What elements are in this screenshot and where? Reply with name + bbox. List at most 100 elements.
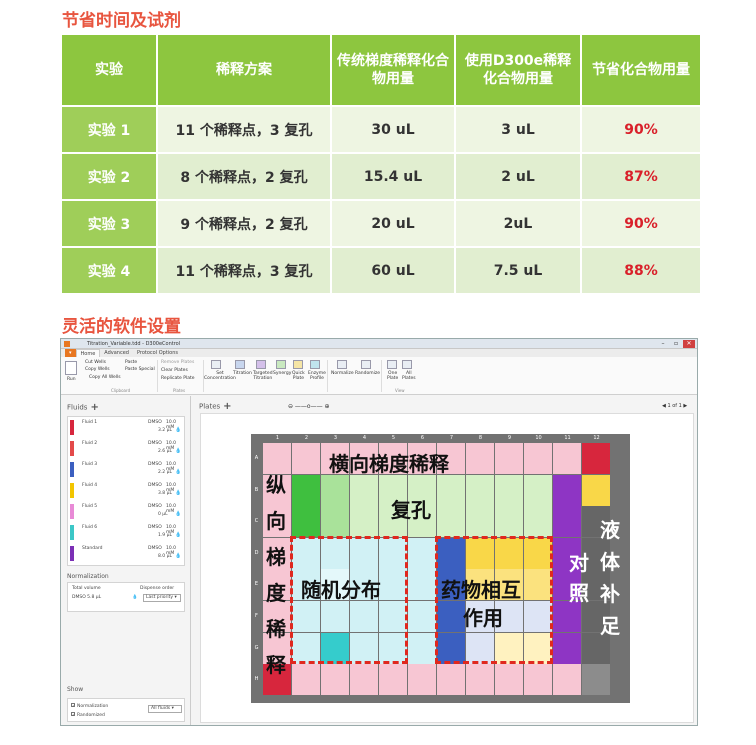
randomize-button[interactable]: Randomize (355, 371, 380, 376)
plate-well[interactable] (292, 506, 320, 538)
plate-well[interactable] (437, 474, 465, 506)
plate-well[interactable] (524, 506, 552, 538)
all-plates-button[interactable]: All Plates (402, 371, 416, 381)
run-button[interactable]: Run (67, 377, 76, 382)
fluid-item[interactable]: Fluid 2 DMSO 10.0 mM 2.6 µL 💧 (68, 438, 184, 459)
replicate-plate-button[interactable]: Replicate Plate (161, 376, 195, 381)
paste-button[interactable]: Paste (125, 360, 137, 365)
normalize-icon[interactable] (337, 360, 347, 369)
plate-well[interactable] (292, 664, 320, 696)
show-randomized-checkbox[interactable]: ✓ Randomized (71, 712, 105, 718)
quick-plate-icon[interactable] (293, 360, 303, 369)
plate-well[interactable] (408, 569, 436, 601)
all-fluids-select[interactable]: All fluids ▾ (148, 705, 182, 713)
dispense-order-select[interactable]: Last priority ▾ (143, 594, 181, 602)
enzyme-profile-icon[interactable] (310, 360, 320, 369)
plate-row-label: B (254, 486, 259, 493)
plate-well[interactable] (466, 474, 494, 506)
all-plates-icon[interactable] (402, 360, 412, 369)
plate-well[interactable] (321, 474, 349, 506)
zoom-slider[interactable]: ⊖ ——o—— ⊕ (288, 403, 330, 410)
synergy-button[interactable]: Synergy (273, 371, 291, 376)
plate-well[interactable] (582, 474, 610, 506)
plate-well[interactable] (495, 506, 523, 538)
fluid-item[interactable]: Standard DMSO 10.0 mM 8.0 µL 💧 (68, 543, 184, 564)
maximize-icon[interactable]: ▫ (670, 340, 682, 348)
add-fluid-icon[interactable]: + (90, 402, 98, 413)
fluid-item[interactable]: Fluid 4 DMSO 10.0 mM 3.8 µL 💧 (68, 480, 184, 501)
plate-well[interactable] (466, 506, 494, 538)
fluid-item[interactable]: Fluid 3 DMSO 10.0 mM 2.2 µL 💧 (68, 459, 184, 480)
cut-wells-button[interactable]: Cut Wells (85, 360, 106, 365)
plate-well[interactable] (321, 664, 349, 696)
plate-row-label: D (254, 549, 259, 556)
add-plate-icon[interactable]: + (223, 401, 231, 412)
copy-all-wells-button[interactable]: Copy All Wells (89, 375, 121, 380)
header-saving: 节省化合物用量 (580, 33, 702, 107)
one-plate-icon[interactable] (387, 360, 397, 369)
cell-d300e: 2uL (454, 199, 582, 248)
titration-icon[interactable] (235, 360, 245, 369)
synergy-icon[interactable] (276, 360, 286, 369)
set-concentration-button[interactable]: Set Concentration (204, 371, 236, 381)
targeted-titration-button[interactable]: Targeted Titration (253, 371, 273, 381)
table-row: 实验 39 个稀释点，2 复孔 20 uL 2uL 90% (60, 199, 702, 248)
minimize-icon[interactable]: – (657, 340, 669, 348)
fluid-volume: 3.8 µL (158, 491, 172, 496)
tab-home[interactable]: Home (75, 349, 101, 357)
plate-well[interactable] (408, 632, 436, 664)
tab-advanced[interactable]: Advanced (100, 349, 133, 357)
plate-well[interactable] (408, 601, 436, 632)
plate-well[interactable] (553, 506, 581, 538)
plate-row-label: E (254, 581, 259, 588)
show-normalization-checkbox[interactable]: ✓ Normalization (71, 703, 108, 709)
plate-well[interactable] (466, 443, 494, 474)
randomize-icon[interactable] (361, 360, 371, 369)
plate-well[interactable] (553, 474, 581, 506)
normalize-button[interactable]: Normalize (331, 371, 354, 376)
plate-well[interactable] (553, 664, 581, 696)
overlay-vertical-char: 梯 (266, 545, 286, 569)
plate-well[interactable] (437, 664, 465, 696)
run-icon[interactable] (65, 361, 77, 375)
copy-wells-button[interactable]: Copy Wells (85, 367, 110, 372)
fluid-item[interactable]: Fluid 1 DMSO 10.0 mM 3.2 µL 💧 (68, 417, 184, 438)
one-plate-button[interactable]: One Plate (387, 371, 398, 381)
plate-well[interactable] (350, 506, 378, 538)
plate-well[interactable] (466, 664, 494, 696)
clear-plates-button[interactable]: Clear Plates (161, 368, 188, 373)
plate-well[interactable] (437, 506, 465, 538)
plate-well[interactable] (524, 474, 552, 506)
plate-well[interactable] (321, 506, 349, 538)
plate-well[interactable] (524, 664, 552, 696)
page-indicator: ◀ 1 of 1 ▶ (662, 403, 688, 409)
close-icon[interactable]: ✕ (683, 340, 695, 348)
file-tab[interactable]: ▾ (65, 349, 76, 357)
remove-plates-button[interactable]: Remove Plates (161, 360, 194, 365)
fluid-item[interactable]: Fluid 5 DMSO 10.0 mM 0 µL 💧 (68, 501, 184, 522)
plate-well[interactable] (350, 664, 378, 696)
fluid-item[interactable]: Fluid 6 DMSO 10.0 mM 1.9 µL 💧 (68, 522, 184, 543)
targeted-titration-icon[interactable] (256, 360, 266, 369)
plate-well[interactable] (495, 664, 523, 696)
plate-well[interactable] (553, 632, 581, 664)
plate-well[interactable] (582, 664, 610, 696)
set-concentration-icon[interactable] (211, 360, 221, 369)
paste-special-button[interactable]: Paste Special (125, 367, 155, 372)
enzyme-profile-button[interactable]: Enzyme Profile (308, 371, 326, 381)
plate-well[interactable] (553, 443, 581, 474)
plate-well[interactable] (495, 443, 523, 474)
plate-well[interactable] (408, 537, 436, 569)
plate-well[interactable] (350, 474, 378, 506)
tab-protocol-options[interactable]: Protocol Options (133, 349, 182, 357)
plate-well[interactable] (292, 474, 320, 506)
plate-well[interactable] (582, 443, 610, 474)
plate-well[interactable] (379, 664, 407, 696)
well-plate[interactable]: 1 2 3 4 5 6 7 8 9 10 11 12 A B C D E F G H 横向梯度稀释纵向梯度稀释复孔 随机分… (251, 434, 630, 703)
plate-well[interactable] (292, 443, 320, 474)
plate-well[interactable] (524, 443, 552, 474)
plate-well[interactable] (495, 474, 523, 506)
titration-button[interactable]: Titration (233, 371, 252, 376)
plate-well[interactable] (408, 664, 436, 696)
quick-plate-button[interactable]: Quick Plate (292, 371, 305, 381)
